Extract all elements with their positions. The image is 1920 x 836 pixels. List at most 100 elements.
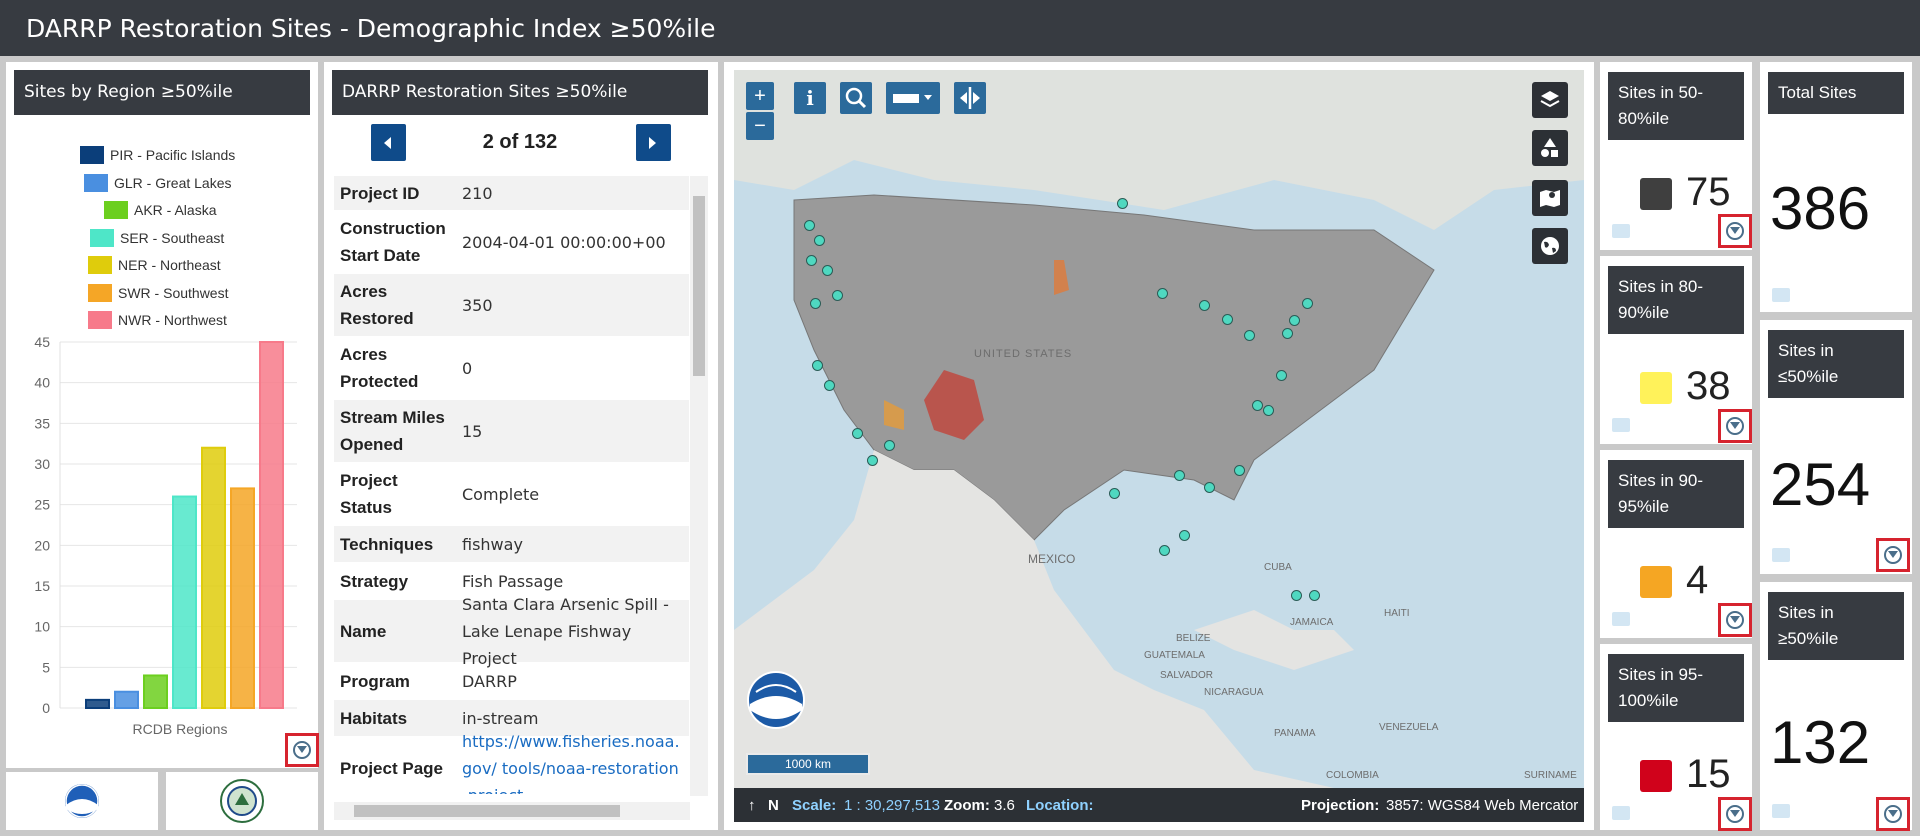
site-marker[interactable] xyxy=(1282,328,1293,339)
swipe-tool-icon[interactable] xyxy=(954,82,986,114)
row-key: Techniques xyxy=(340,534,434,554)
filter-icon-region[interactable] xyxy=(285,733,319,767)
row-value: 0 xyxy=(462,358,473,378)
site-marker[interactable] xyxy=(1222,314,1233,325)
legend-shapes-icon[interactable] xyxy=(1532,130,1568,166)
vertical-scrollbar[interactable] xyxy=(690,176,708,796)
legend-item[interactable]: NER - Northeast xyxy=(88,256,221,274)
site-marker[interactable] xyxy=(1174,470,1185,481)
row-value: Santa Clara Arsenic Spill - Lake Lenape … xyxy=(462,594,669,668)
zoom-in-button[interactable]: + xyxy=(746,82,774,110)
map-icon[interactable] xyxy=(1612,612,1630,626)
info-icon[interactable]: i xyxy=(794,82,826,114)
legend-label: NER - Northeast xyxy=(118,257,221,273)
site-marker[interactable] xyxy=(824,380,835,391)
map-label-jamaica: JAMAICA xyxy=(1290,617,1334,628)
color-swatch xyxy=(1640,760,1672,792)
site-marker[interactable] xyxy=(1159,545,1170,556)
site-marker[interactable] xyxy=(806,255,817,266)
measure-tool-icon[interactable] xyxy=(886,82,940,114)
legend-label: GLR - Great Lakes xyxy=(114,175,232,191)
site-marker[interactable] xyxy=(867,455,878,466)
card-title: Sites in 95-100%ile xyxy=(1608,654,1744,722)
legend-item[interactable]: SER - Southeast xyxy=(90,229,224,247)
details-table: Project ID 210 Construction Start Date 200… xyxy=(334,176,689,794)
map-icon[interactable] xyxy=(1612,418,1630,432)
horizontal-scrollbar[interactable] xyxy=(334,802,690,820)
site-marker[interactable] xyxy=(884,440,895,451)
site-marker[interactable] xyxy=(1234,465,1245,476)
scroll-thumb[interactable] xyxy=(693,196,705,376)
row-key: Stream Miles Opened xyxy=(340,408,445,454)
site-marker[interactable] xyxy=(1199,300,1210,311)
map-icon[interactable] xyxy=(1772,804,1790,818)
table-row: Techniques fishway xyxy=(334,526,689,563)
legend-label: AKR - Alaska xyxy=(134,202,217,218)
scroll-thumb[interactable] xyxy=(354,805,620,817)
legend-item[interactable]: GLR - Great Lakes xyxy=(84,174,232,192)
legend-label: SER - Southeast xyxy=(120,230,225,246)
site-marker[interactable] xyxy=(1204,482,1215,493)
row-value: 350 xyxy=(462,295,493,315)
map-icon[interactable] xyxy=(1612,224,1630,238)
legend-item[interactable]: SWR - Southwest xyxy=(88,284,228,302)
filter-icon-le50[interactable] xyxy=(1876,538,1910,572)
prev-record-button[interactable] xyxy=(371,124,406,161)
filter-icon-80-90[interactable] xyxy=(1718,409,1752,443)
legend-item[interactable]: NWR - Northwest xyxy=(88,311,227,329)
filter-icon-95-100[interactable] xyxy=(1718,797,1752,831)
zoom-region-icon[interactable] xyxy=(840,82,872,114)
basemap-icon[interactable] xyxy=(1532,180,1568,216)
project-page-link[interactable]: https://www.fisheries.noaa.gov/ tools/no… xyxy=(462,732,680,795)
site-marker[interactable] xyxy=(1244,330,1255,341)
map-icon[interactable] xyxy=(1612,806,1630,820)
site-marker[interactable] xyxy=(1289,315,1300,326)
legend-item[interactable]: PIR - Pacific Islands xyxy=(80,146,235,164)
site-marker[interactable] xyxy=(1117,198,1128,209)
site-marker[interactable] xyxy=(804,220,815,231)
site-marker[interactable] xyxy=(822,265,833,276)
card-ge50: Sites in ≥50%ile 132 xyxy=(1760,582,1912,830)
site-marker[interactable] xyxy=(1252,400,1263,411)
globe-icon[interactable] xyxy=(1532,228,1568,264)
scale-label: Scale: xyxy=(792,797,837,814)
app-title: DARRP Restoration Sites - Demographic In… xyxy=(0,0,1920,56)
scale-value: 1 : 30,297,513 xyxy=(844,797,940,814)
map-view[interactable]: UNITED STATES MEXICO CUBA HAITI JAMAICA … xyxy=(734,70,1584,788)
site-marker[interactable] xyxy=(832,290,843,301)
legend-item[interactable]: AKR - Alaska xyxy=(104,201,216,219)
site-marker[interactable] xyxy=(1276,370,1287,381)
map-icon[interactable] xyxy=(1772,288,1790,302)
site-marker[interactable] xyxy=(1309,590,1320,601)
site-marker[interactable] xyxy=(1109,488,1120,499)
map-label-haiti: HAITI xyxy=(1384,608,1410,619)
site-marker[interactable] xyxy=(1291,590,1302,601)
filter-icon-ge50[interactable] xyxy=(1876,797,1910,831)
filter-icon-90-95[interactable] xyxy=(1718,603,1752,637)
site-marker[interactable] xyxy=(812,360,823,371)
details-panel-title: DARRP Restoration Sites ≥50%ile xyxy=(332,70,708,115)
site-marker[interactable] xyxy=(814,235,825,246)
site-marker[interactable] xyxy=(852,428,863,439)
site-marker[interactable] xyxy=(1302,298,1313,309)
bar xyxy=(114,690,139,710)
table-row: Project Status Complete xyxy=(334,463,689,526)
layers-icon[interactable] xyxy=(1532,82,1568,118)
map-icon[interactable] xyxy=(1772,548,1790,562)
map-label-guatemala: GUATEMALA xyxy=(1144,650,1205,661)
bar-chart: 0 5 10 15 20 25 30 35 40 45 RCDB Regions xyxy=(34,334,297,737)
site-marker[interactable] xyxy=(810,298,821,309)
north-label: N xyxy=(768,797,779,814)
zoom-out-button[interactable]: − xyxy=(746,112,774,140)
bar xyxy=(172,495,197,709)
next-record-button[interactable] xyxy=(636,124,671,161)
site-marker[interactable] xyxy=(1263,405,1274,416)
card-title: Sites in 50-80%ile xyxy=(1608,72,1744,140)
row-key: Acres Protected xyxy=(340,345,419,391)
card-value: 75 xyxy=(1686,170,1731,214)
card-value: 254 xyxy=(1770,451,1871,518)
row-key: Construction Start Date xyxy=(340,219,446,265)
site-marker[interactable] xyxy=(1179,530,1190,541)
filter-icon-50-80[interactable] xyxy=(1718,214,1752,248)
site-marker[interactable] xyxy=(1157,288,1168,299)
